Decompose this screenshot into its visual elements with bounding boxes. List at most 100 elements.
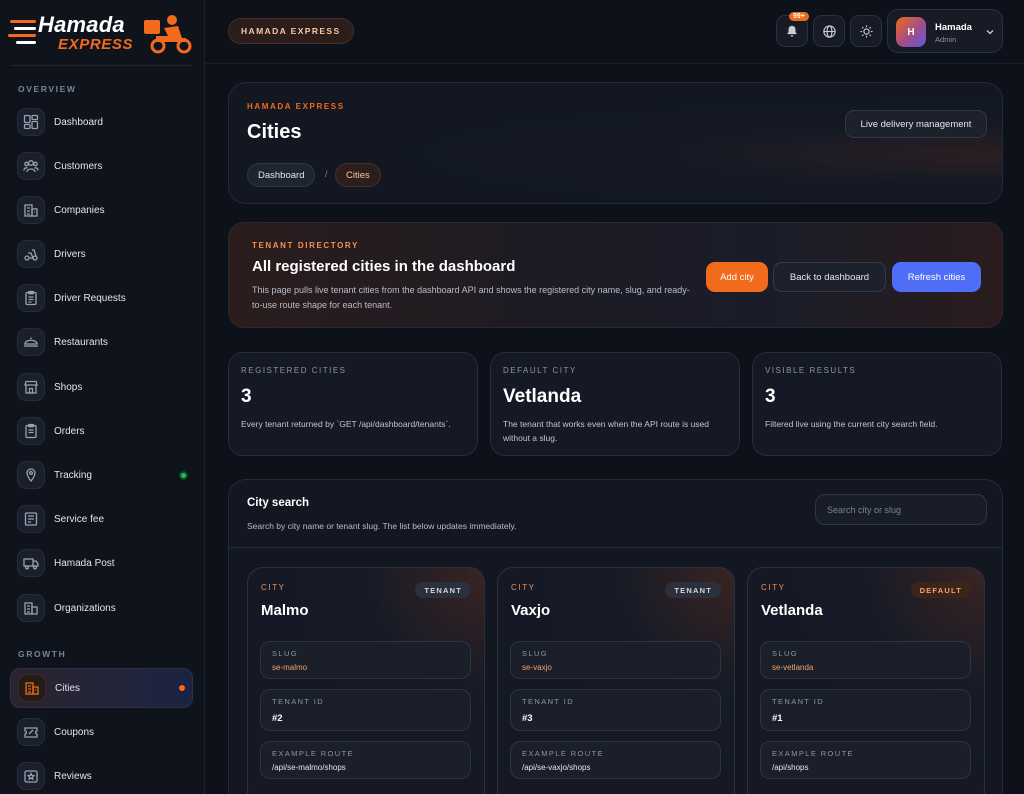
reviews-icon <box>17 762 45 790</box>
city-search-title: City search <box>247 497 310 509</box>
restaurant-icon <box>17 328 45 356</box>
stat-label: REGISTERED CITIES <box>241 366 347 375</box>
stat-default-city: DEFAULT CITY Vetlanda The tenant that wo… <box>490 352 740 456</box>
sidebar-item-label: Reviews <box>54 770 92 782</box>
example-route-field: EXAMPLE ROUTE /api/se-vaxjo/shops <box>510 741 721 779</box>
breadcrumb-separator: / <box>325 169 328 179</box>
brand-pill: HAMADA EXPRESS <box>228 18 354 44</box>
section-growth: GROWTH <box>18 649 67 659</box>
header-eyebrow: HAMADA EXPRESS <box>247 102 345 111</box>
stat-description: Every tenant returned by `GET /api/dashb… <box>241 419 451 429</box>
globe-icon <box>822 24 836 38</box>
active-indicator-dot <box>179 685 185 691</box>
sidebar-item-companies[interactable]: Companies <box>10 190 193 230</box>
live-delivery-button[interactable]: Live delivery management <box>845 110 987 138</box>
tenant-id-field: TENANT ID #2 <box>260 689 471 731</box>
sidebar-item-drivers[interactable]: Drivers <box>10 234 193 274</box>
sidebar-item-label: Service fee <box>54 513 105 525</box>
field-label: EXAMPLE ROUTE <box>772 749 854 758</box>
service-fee-icon <box>17 505 45 533</box>
sidebar-item-hamada-post[interactable]: Hamada Post <box>10 543 193 583</box>
sidebar-item-label: Companies <box>54 204 105 216</box>
route-value: /api/se-malmo/shops <box>272 763 346 772</box>
section-overview: OVERVIEW <box>18 84 77 94</box>
sidebar-item-shops[interactable]: Shops <box>10 367 193 407</box>
sidebar-item-label: Customers <box>54 160 103 172</box>
slug-value: se-vetlanda <box>772 663 814 672</box>
sidebar-item-restaurants[interactable]: Restaurants <box>10 322 193 362</box>
speed-lines-icon <box>8 20 36 44</box>
breadcrumb-dashboard[interactable]: Dashboard <box>247 163 316 187</box>
sidebar-item-reviews[interactable]: Reviews <box>10 756 193 794</box>
sidebar-item-orders[interactable]: Orders <box>10 411 193 451</box>
sidebar-item-service-fee[interactable]: Service fee <box>10 499 193 539</box>
online-status-dot <box>179 470 188 480</box>
sidebar-item-label: Coupons <box>54 726 95 738</box>
sidebar-item-organizations[interactable]: Organizations <box>10 588 193 628</box>
logo[interactable]: Hamada EXPRESS <box>8 10 196 62</box>
stat-value: 3 <box>241 386 252 407</box>
stat-visible-results: VISIBLE RESULTS 3 Filtered live using th… <box>752 352 1002 456</box>
sun-icon <box>859 24 873 38</box>
logo-subtitle: EXPRESS <box>58 36 134 53</box>
refresh-cities-button[interactable]: Refresh cities <box>892 262 981 292</box>
sidebar-item-label: Dashboard <box>54 116 103 128</box>
tenant-directory-banner: TENANT DIRECTORY All registered cities i… <box>228 222 1003 328</box>
language-button[interactable] <box>813 15 845 47</box>
field-label: TENANT ID <box>522 697 575 706</box>
tenant-id-field: TENANT ID #3 <box>510 689 721 731</box>
city-name: Malmo <box>261 602 309 619</box>
sidebar-item-coupons[interactable]: Coupons <box>10 712 193 752</box>
city-search-panel: City search Search by city name or tenan… <box>228 479 1003 794</box>
city-card-vetlanda[interactable]: CITY Vetlanda DEFAULT SLUG se-vetlanda T… <box>747 567 985 794</box>
city-eyebrow: CITY <box>511 583 536 592</box>
breadcrumb-cities[interactable]: Cities <box>335 163 381 187</box>
shop-icon <box>17 373 45 401</box>
tracking-icon <box>17 461 45 489</box>
sidebar-item-label: Tracking <box>54 469 92 481</box>
truck-icon <box>17 549 45 577</box>
drivers-icon <box>17 240 45 268</box>
city-search-header: City search Search by city name or tenan… <box>229 480 1002 548</box>
example-route-field: EXAMPLE ROUTE /api/se-malmo/shops <box>260 741 471 779</box>
theme-toggle-button[interactable] <box>850 15 882 47</box>
stat-value: 3 <box>765 386 776 407</box>
city-card-malmo[interactable]: CITY Malmo TENANT SLUG se-malmo TENANT I… <box>247 567 485 794</box>
field-label: SLUG <box>772 649 799 658</box>
logo-title: Hamada <box>38 12 125 37</box>
banner-description: This page pulls live tenant cities from … <box>252 285 690 310</box>
slug-field: SLUG se-vetlanda <box>760 641 971 679</box>
slug-value: se-malmo <box>272 663 308 672</box>
sidebar-item-driver-requests[interactable]: Driver Requests <box>10 278 193 318</box>
sidebar-divider <box>10 65 192 66</box>
add-city-button[interactable]: Add city <box>706 262 768 292</box>
sidebar-item-cities[interactable]: Cities <box>10 668 193 708</box>
sidebar: Hamada EXPRESS OVERVIEW Dashboard Custom… <box>0 0 205 794</box>
city-eyebrow: CITY <box>761 583 786 592</box>
user-menu[interactable]: H Hamada Admin <box>887 9 1003 53</box>
field-label: EXAMPLE ROUTE <box>272 749 354 758</box>
city-card-vaxjo[interactable]: CITY Vaxjo TENANT SLUG se-vaxjo TENANT I… <box>497 567 735 794</box>
sidebar-item-label: Organizations <box>54 602 116 614</box>
user-name: Hamada <box>935 22 972 33</box>
city-eyebrow: CITY <box>261 583 286 592</box>
sidebar-item-label: Orders <box>54 425 85 437</box>
city-search-description: Search by city name or tenant slug. The … <box>247 521 517 531</box>
sidebar-item-dashboard[interactable]: Dashboard <box>10 102 193 142</box>
sidebar-item-tracking[interactable]: Tracking <box>10 455 193 495</box>
slug-field: SLUG se-vaxjo <box>510 641 721 679</box>
stat-label: VISIBLE RESULTS <box>765 366 857 375</box>
field-label: TENANT ID <box>272 697 325 706</box>
tenant-id-value: #1 <box>772 713 783 724</box>
stat-registered-cities: REGISTERED CITIES 3 Every tenant returne… <box>228 352 478 456</box>
tenant-id-value: #3 <box>522 713 533 724</box>
tenant-id-value: #2 <box>272 713 283 724</box>
bell-icon <box>787 25 797 37</box>
sidebar-item-customers[interactable]: Customers <box>10 146 193 186</box>
slug-value: se-vaxjo <box>522 663 552 672</box>
back-to-dashboard-button[interactable]: Back to dashboard <box>773 262 886 292</box>
city-search-input[interactable] <box>815 494 987 525</box>
stat-value: Vetlanda <box>503 386 582 407</box>
city-tag: DEFAULT <box>910 582 971 598</box>
route-value: /api/se-vaxjo/shops <box>522 763 591 772</box>
